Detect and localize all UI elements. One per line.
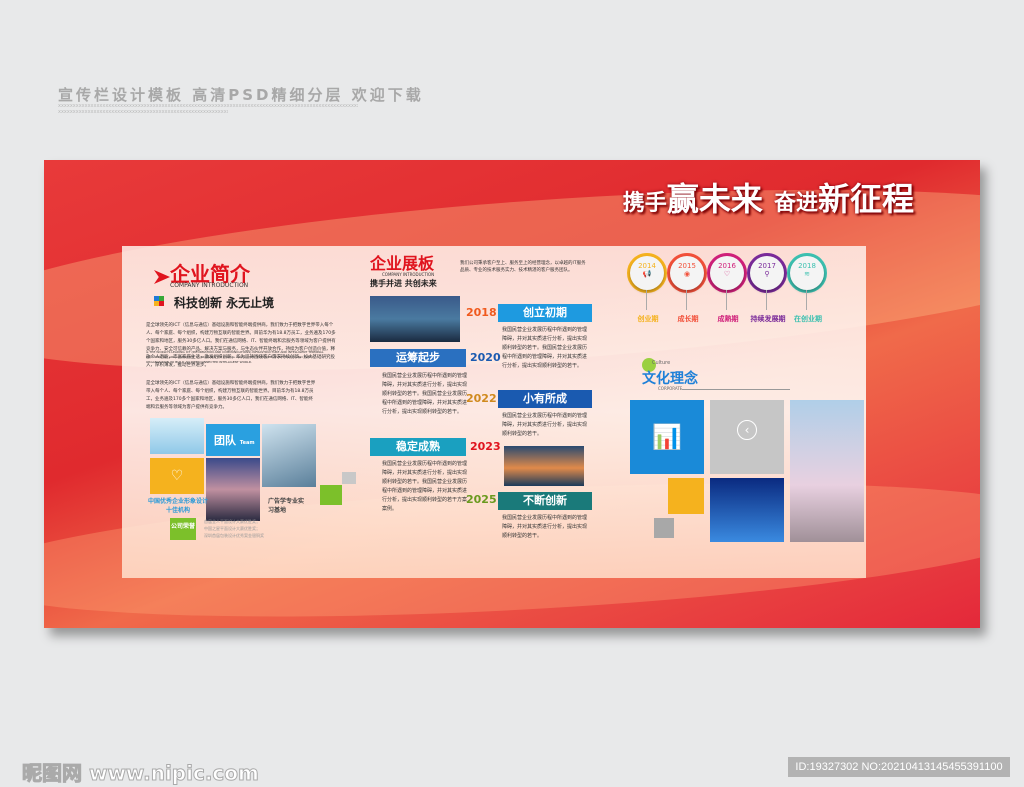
stage-text: 我国民营企业发展历程中所遇到的管理障碍，并对其实质进行分析，提出实现顺利转型的若… [502,515,588,539]
board-title: 企业展板 [370,254,435,273]
intro-subtitle: 科技创新 永无止境 [174,296,275,310]
decor-square [320,485,342,505]
stage-label: 创立初期 [498,304,592,322]
eye-icon: ◉ [683,270,691,278]
template-title: 宣传栏设计模板 高清PSD精细分层 欢迎下载 [58,86,424,104]
milestone-2014: 2014 📢 [630,256,664,290]
filler-line: xxxxxxxxxxxxxxxxxxxxxxxxxxxxxxxxxxxxxxxx… [58,109,228,115]
corporate-label: CORPORATE [658,386,683,391]
stage-text: 我国民营企业发展历程中所遇到的管理障碍，并对其实质进行分析，提出实现顺利转型的若… [382,373,468,415]
team-tile: 团队 Team [206,424,260,456]
decor-square [654,518,674,538]
year-2018: 2018 [466,306,497,319]
nipic-logo: 昵图网 www.nipic.com [22,761,260,786]
year-2025: 2025 [466,493,497,506]
milestone-2017: 2017 ⚲ [750,256,784,290]
content-panel: 企业简介 COMPANY INTRODUCTION 科技创新 永无止境 是全球领… [122,246,866,578]
city-illustration [150,418,204,454]
stage-label: 不断创新 [498,492,592,510]
info-tile: ‹ [710,400,784,474]
building-photo [262,424,316,487]
honor-badge: 公司荣誉 [170,518,196,540]
stage-text: 我国民营企业发展历程中所遇到的管理障碍，并对其实质进行分析，提出实现顺利转型的若… [502,327,588,369]
stage-label: 稳定成熟 [370,438,466,456]
chevron-left-icon[interactable]: ‹ [737,420,757,440]
culture-en: Culture [652,360,671,366]
decor-square [342,472,356,484]
stage-text: 我国民营企业发展历程中所遇到的管理障碍，并对其实质进行分析，提出实现顺利转型的若… [382,461,468,512]
sunset-photo [504,446,584,486]
stage-label: 运筹起步 [370,349,466,367]
intro-en: COMPANY INTRODUCTION [170,282,249,289]
milestone-timeline: 2014 📢 创业期 2015 ◉ 成长期 2016 ♡ 成熟期 2017 ⚲ … [627,253,860,356]
intro-body-2: 是全球领先的ICT（信息与通信）基础设施和智能终端提供商，我们致力于把数字世界带… [146,381,316,410]
color-squares-icon [154,296,164,306]
honor-list: 首届全人平面设计大赛优胜奖； 中国之星平面设计大赛优胜奖； 深圳首届包装设计优秀案金… [204,519,264,538]
decor-square [668,478,704,514]
milestone-2018: 2018 ≋ [790,256,824,290]
board-desc: 我们公司秉承客户至上、服务至上的经营理念，以卓越的IT服务品质、专业的技术服务实… [460,261,586,273]
year-2023: 2023 [470,440,501,453]
milestone-2016: 2016 ♡ [710,256,744,290]
year-2022: 2022 [466,392,497,405]
city-night-photo [710,478,784,542]
bar-chart-icon: 📊 [630,400,704,474]
slogan: 携手赢未来 奋进新征程 [622,180,914,218]
board-subtitle: 携手并进 共创未来 [370,279,437,288]
base-text: 广告学专业实习基地 [268,498,305,514]
arrow-icon [154,270,170,284]
megaphone-icon: 📢 [642,270,652,278]
intro-body-en: is THE WORLD'S LEADING ICT (INFORMATION … [146,350,324,364]
promo-board: 携手赢未来 奋进新征程 企业简介 COMPANY INTRODUCTION 科技… [44,160,980,628]
image-id: ID:19327302 NO:20210413145455391100 [788,757,1010,777]
stage-text: 我国民营企业发展历程中所遇到的管理障碍，并对其实质进行分析，提出实现顺利转型的若… [502,413,588,437]
board-en: COMPANY INTRODUCTION [382,272,435,277]
milestone-label: 在创业期 [794,315,822,323]
magnifier-icon: ⚲ [764,270,770,278]
lake-photo [370,296,460,342]
heart-icon: ♡ [150,458,204,494]
heart-icon: ♡ [723,270,731,278]
milestone-2015: 2015 ◉ [670,256,704,290]
wifi-icon: ≋ [804,270,810,278]
culture-title: 文化理念 [642,371,698,387]
award-text: 中国优秀企业形象设计十佳机构 [147,498,208,514]
stage-label: 小有所成 [498,390,592,408]
tower-photo [206,458,260,521]
year-2020: 2020 [470,351,501,364]
shanghai-photo [790,400,864,542]
